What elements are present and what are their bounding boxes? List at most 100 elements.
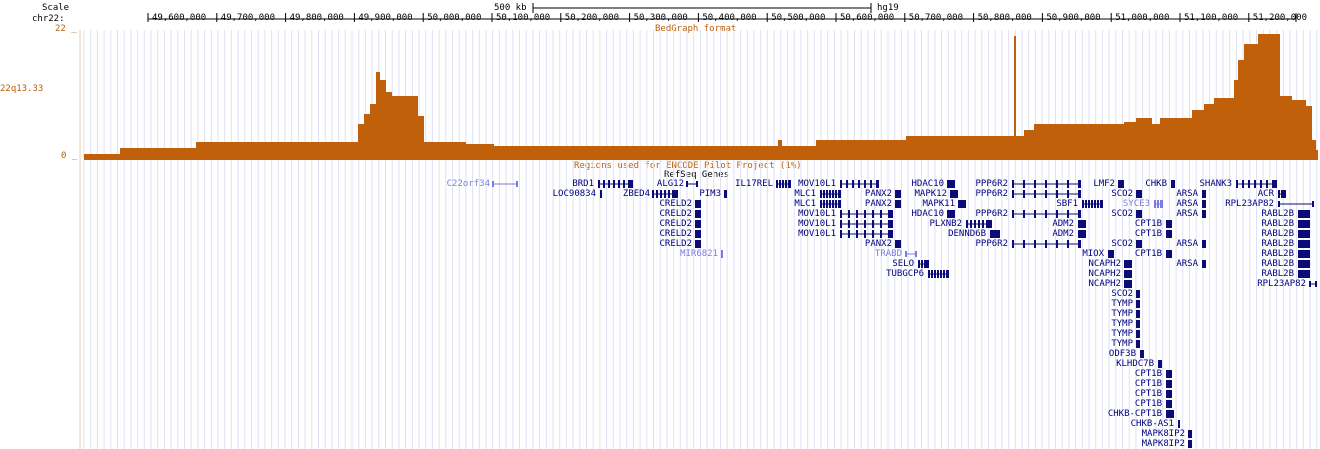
gene-label[interactable]: C22orf34	[447, 179, 490, 189]
gene-label[interactable]: ODF3B	[1109, 349, 1136, 359]
gene-feature[interactable]	[1178, 420, 1180, 428]
gene-feature[interactable]	[1298, 210, 1310, 218]
gene-feature[interactable]	[1202, 190, 1206, 198]
gene-label[interactable]: MOV10L1	[798, 219, 836, 229]
gene-feature[interactable]	[950, 190, 958, 198]
gene-feature[interactable]	[695, 200, 701, 208]
gene-feature[interactable]	[1078, 220, 1086, 228]
gene-label[interactable]: ALG12	[657, 179, 684, 189]
gene-label[interactable]: SYCE3	[1123, 199, 1150, 209]
gene-label[interactable]: CPT1B	[1135, 399, 1162, 409]
gene-feature[interactable]	[1078, 230, 1086, 238]
gene-feature[interactable]	[695, 210, 701, 218]
gene-label[interactable]: SCO2	[1111, 209, 1133, 219]
gene-feature[interactable]	[1124, 260, 1132, 268]
gene-label[interactable]: RABL2B	[1261, 209, 1294, 219]
gene-feature[interactable]	[1171, 180, 1175, 188]
gene-feature[interactable]	[1108, 250, 1114, 258]
gene-feature[interactable]	[966, 220, 992, 228]
gene-feature[interactable]	[1166, 370, 1172, 378]
gene-label[interactable]: MOV10L1	[798, 179, 836, 189]
gene-label[interactable]: HDAC10	[911, 179, 944, 189]
gene-label[interactable]: CPT1B	[1135, 389, 1162, 399]
gene-label[interactable]: CPT1B	[1135, 229, 1162, 239]
gene-label[interactable]: ACR	[1258, 189, 1274, 199]
gene-feature[interactable]	[695, 220, 701, 228]
bedgraph-signal[interactable]	[84, 34, 1318, 160]
gene-label[interactable]: CHKB-AS1	[1131, 419, 1174, 429]
gene-label[interactable]: IL17REL	[735, 179, 773, 189]
gene-label[interactable]: MLC1	[794, 189, 816, 199]
gene-feature[interactable]	[1140, 350, 1144, 358]
gene-feature[interactable]	[990, 230, 1000, 238]
gene-label[interactable]: ARSA	[1176, 259, 1198, 269]
gene-feature[interactable]	[958, 200, 966, 208]
gene-label[interactable]: SCO2	[1111, 289, 1133, 299]
gene-feature[interactable]	[947, 180, 955, 188]
gene-feature[interactable]	[840, 180, 879, 188]
gene-feature[interactable]	[1158, 360, 1162, 368]
gene-feature[interactable]	[905, 251, 917, 257]
gene-label[interactable]: PPP6R2	[975, 179, 1008, 189]
gene-feature[interactable]	[1136, 240, 1142, 248]
gene-label[interactable]: MLC1	[794, 199, 816, 209]
gene-label[interactable]: CHKB	[1145, 179, 1167, 189]
gene-feature[interactable]	[1166, 410, 1174, 418]
gene-label[interactable]: ARSA	[1176, 189, 1198, 199]
gene-feature[interactable]	[1166, 400, 1172, 408]
gene-feature[interactable]	[1136, 290, 1140, 298]
gene-feature[interactable]	[1136, 340, 1140, 348]
gene-feature[interactable]	[1202, 240, 1206, 248]
gene-label[interactable]: NCAPH2	[1088, 279, 1121, 289]
gene-label[interactable]: TYMP	[1111, 309, 1133, 319]
gene-label[interactable]: NCAPH2	[1088, 259, 1121, 269]
gene-feature[interactable]	[1118, 180, 1124, 188]
gene-label[interactable]: PPP6R2	[975, 209, 1008, 219]
gene-label[interactable]: RABL2B	[1261, 259, 1294, 269]
gene-feature[interactable]	[895, 200, 901, 208]
gene-feature[interactable]	[1298, 220, 1310, 228]
gene-feature[interactable]	[1309, 281, 1317, 287]
gene-label[interactable]: LMF2	[1093, 179, 1115, 189]
gene-feature[interactable]	[1124, 280, 1132, 288]
gene-label[interactable]: SELO	[892, 259, 914, 269]
gene-label[interactable]: PANX2	[865, 199, 892, 209]
gene-label[interactable]: PANX2	[865, 189, 892, 199]
gene-label[interactable]: SBF1	[1056, 199, 1078, 209]
gene-label[interactable]: CRELD2	[659, 209, 692, 219]
gene-feature[interactable]	[1202, 210, 1206, 218]
gene-label[interactable]: PPP6R2	[975, 189, 1008, 199]
gene-label[interactable]: MIOX	[1082, 249, 1104, 259]
gene-label[interactable]: MAPK8IP2	[1142, 429, 1185, 439]
gene-feature[interactable]	[1298, 230, 1310, 238]
gene-label[interactable]: TYMP	[1111, 299, 1133, 309]
gene-feature[interactable]	[600, 190, 602, 198]
refseq-gene-features[interactable]	[492, 180, 1317, 448]
gene-label[interactable]: BRD1	[572, 179, 594, 189]
gene-feature[interactable]	[918, 260, 929, 268]
gene-label[interactable]: RABL2B	[1261, 249, 1294, 259]
gene-label[interactable]: MIR6821	[680, 249, 718, 259]
gene-label[interactable]: PANX2	[865, 239, 892, 249]
gene-label[interactable]: ARSA	[1176, 209, 1198, 219]
gene-label[interactable]: MOV10L1	[798, 209, 836, 219]
gene-feature[interactable]	[1082, 200, 1103, 208]
gene-feature[interactable]	[652, 190, 678, 198]
gene-label[interactable]: TRABD	[875, 249, 902, 259]
gene-feature[interactable]	[895, 240, 901, 248]
gene-label[interactable]: ARSA	[1176, 199, 1198, 209]
gene-label[interactable]: CPT1B	[1135, 219, 1162, 229]
gene-feature[interactable]	[1202, 260, 1206, 268]
gene-label[interactable]: CPT1B	[1135, 249, 1162, 259]
gene-feature[interactable]	[928, 270, 949, 278]
gene-feature[interactable]	[1136, 310, 1140, 318]
gene-feature[interactable]	[721, 250, 723, 258]
gene-label[interactable]: PPP6R2	[975, 239, 1008, 249]
gene-label[interactable]: MAPK12	[914, 189, 947, 199]
gene-label[interactable]: RABL2B	[1261, 229, 1294, 239]
gene-feature[interactable]	[1136, 210, 1142, 218]
gene-label[interactable]: SCO2	[1111, 239, 1133, 249]
gene-label[interactable]: SHANK3	[1199, 179, 1232, 189]
gene-feature[interactable]	[1124, 270, 1132, 278]
gene-feature[interactable]	[1166, 390, 1172, 398]
